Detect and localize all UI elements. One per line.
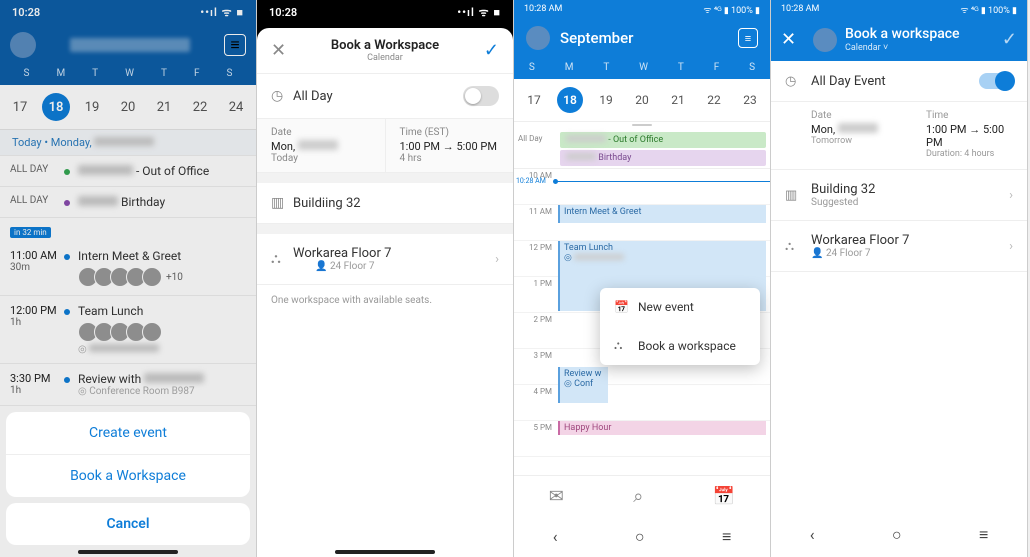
- modal-subtitle: Calendar: [291, 53, 479, 63]
- mail-tab[interactable]: ✉: [549, 486, 564, 507]
- event-happy-hour[interactable]: Happy Hour: [558, 421, 766, 435]
- new-event-button[interactable]: 📅New event: [600, 288, 760, 326]
- home-indicator[interactable]: [335, 550, 435, 554]
- calendar-plus-icon: 📅: [614, 300, 638, 314]
- people-icon: ⛬: [614, 338, 638, 353]
- modal-title: Book a Workspace: [291, 38, 479, 53]
- status-time: 10:28: [269, 6, 297, 19]
- book-workspace-button[interactable]: ⛬Book a workspace: [600, 326, 760, 365]
- all-day-toggle[interactable]: [463, 86, 499, 106]
- recent-button[interactable]: ≡: [722, 527, 731, 547]
- calendar-header: September ≡: [514, 18, 770, 58]
- back-button[interactable]: ‹: [810, 525, 815, 545]
- clock-icon: ◷: [271, 88, 293, 104]
- date-strip[interactable]: 17 18 19 20 21 22 23: [514, 79, 770, 122]
- calendar-tab[interactable]: 📅: [713, 486, 735, 507]
- day-grid[interactable]: All Day - Out of Office Birthday 10:28 A…: [514, 130, 770, 475]
- avatar[interactable]: [526, 26, 550, 50]
- home-button[interactable]: ○: [892, 525, 902, 545]
- drag-handle[interactable]: [632, 124, 652, 126]
- status-bar: 10:28 AM ᯤ ⁴ᴳ ▮ 100% ▮: [771, 0, 1027, 18]
- recent-button[interactable]: ≡: [979, 525, 988, 545]
- calendar-picker[interactable]: Calendar ˅: [845, 42, 960, 53]
- bottom-tabs: ✉ ⌕ 📅: [514, 475, 770, 517]
- people-icon: ⛬: [785, 239, 811, 254]
- people-icon: ⛬: [271, 251, 293, 267]
- time-picker[interactable]: Time (EST) 1:00 PM → 5:00 PM 4 hrs: [386, 119, 514, 172]
- agenda-icon[interactable]: ≡: [738, 28, 758, 48]
- book-workspace-button[interactable]: Book a Workspace: [6, 455, 250, 497]
- create-popup: 📅New event ⛬Book a workspace: [600, 288, 760, 365]
- event-birthday[interactable]: Birthday: [560, 150, 766, 166]
- search-tab[interactable]: ⌕: [633, 486, 643, 507]
- chevron-right-icon: ›: [1009, 239, 1013, 254]
- status-bar: 10:28 AM ᯤ ⁴ᴳ ▮ 100% ▮: [514, 0, 770, 18]
- status-icons: ••ıl ᯤ ■: [457, 5, 501, 20]
- building-row[interactable]: ▥ Buildiing 32: [257, 183, 513, 224]
- close-icon[interactable]: ✕: [271, 40, 291, 61]
- close-icon[interactable]: ✕: [781, 29, 805, 50]
- confirm-icon[interactable]: ✓: [1002, 29, 1017, 50]
- clock-icon: ◷: [785, 74, 811, 89]
- status-bar: 10:28 ••ıl ᯤ ■: [257, 0, 513, 24]
- cancel-button[interactable]: Cancel: [6, 503, 250, 545]
- confirm-icon[interactable]: ✓: [479, 40, 499, 61]
- time-picker[interactable]: Time 1:00 PM → 5:00 PM Duration: 4 hours: [912, 102, 1027, 169]
- home-button[interactable]: ○: [635, 527, 645, 547]
- workarea-row[interactable]: ⛬ Workarea Floor 7 👤 24 Floor 7 ›: [257, 234, 513, 285]
- event-out-of-office[interactable]: - Out of Office: [560, 132, 766, 148]
- create-event-button[interactable]: Create event: [6, 412, 250, 455]
- event-intern[interactable]: Intern Meet & Greet: [558, 205, 766, 223]
- availability-hint: One workspace with available seats.: [257, 285, 513, 316]
- building-row[interactable]: ▥ Building 32 Suggested ›: [771, 170, 1027, 221]
- home-indicator[interactable]: [78, 550, 178, 554]
- avatar[interactable]: [813, 28, 837, 52]
- month-title[interactable]: September: [560, 29, 738, 47]
- all-day-row[interactable]: ◷ All Day: [257, 74, 513, 119]
- building-icon: ▥: [271, 195, 293, 211]
- all-day-toggle[interactable]: [979, 73, 1013, 89]
- weekday-row: SMTWTFS: [514, 58, 770, 79]
- chevron-right-icon: ›: [495, 252, 499, 267]
- chevron-right-icon: ›: [1009, 188, 1013, 203]
- building-icon: ▥: [785, 188, 811, 203]
- form-title: Book a workspace: [845, 26, 960, 42]
- book-workspace-modal: ✕ Book a Workspace Calendar ✓ ◷ All Day …: [257, 28, 513, 557]
- workarea-row[interactable]: ⛬ Workarea Floor 7 👤 24 Floor 7 ›: [771, 221, 1027, 272]
- android-nav: ‹ ○ ≡: [771, 513, 1027, 557]
- date-picker[interactable]: Date Mon, Today: [257, 119, 386, 172]
- back-button[interactable]: ‹: [553, 527, 558, 547]
- all-day-row[interactable]: ◷ All Day Event: [771, 61, 1027, 102]
- date-picker[interactable]: Date Mon, Tomorrow: [771, 102, 912, 169]
- action-sheet: Create event Book a Workspace Cancel: [6, 412, 250, 551]
- android-nav: ‹ ○ ≡: [514, 517, 770, 557]
- form-header: ✕ Book a workspace Calendar ˅ ✓: [771, 18, 1027, 61]
